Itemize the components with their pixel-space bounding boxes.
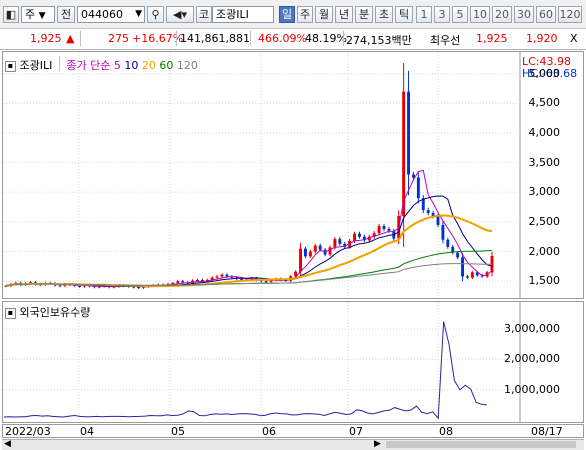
candle-body (78, 285, 82, 287)
panel-menu-icon[interactable]: ▪ (5, 60, 16, 72)
foreign-holding-header: ▪ 외국인보유수량 (5, 304, 90, 320)
candle-body (176, 281, 180, 283)
candles (4, 63, 494, 289)
candle-body (195, 280, 199, 281)
x-label-04: 04 (80, 425, 94, 438)
volume-y-tick: 2,000,000 (504, 352, 560, 366)
candle-body (299, 248, 303, 272)
candle-body (323, 249, 327, 255)
candle-body (411, 174, 415, 178)
candle-body (225, 274, 229, 277)
candle-body (465, 276, 469, 278)
candle-body (426, 210, 430, 214)
price-y-tick: 1,500 (528, 274, 561, 288)
candle-body (446, 239, 450, 247)
price-y-tick: 2,000 (528, 244, 561, 258)
x-axis: 2022/03 04 05 06 07 08 08/17 (2, 424, 584, 438)
price-y-tick: 3,000 (528, 185, 561, 199)
candle-body (313, 245, 317, 252)
ma-120-label: 120 (176, 59, 198, 72)
candle-body (333, 239, 337, 248)
price-panel-title[interactable]: 조광ILI (20, 59, 53, 72)
candle-body (58, 285, 62, 287)
price-y-tick: 2,500 (528, 214, 561, 228)
ma-20-label: 20 (141, 59, 156, 72)
candle-body (308, 251, 312, 257)
candle-body (353, 233, 357, 241)
ma-60-label: 60 (159, 59, 174, 72)
scroll-thumb[interactable] (386, 441, 576, 448)
candle-body (387, 229, 391, 231)
scroll-left-icon[interactable]: ◀ (4, 439, 11, 449)
candle-body (461, 257, 465, 277)
candle-body (303, 248, 307, 257)
x-label-08: 08 (439, 425, 453, 438)
candle-body (328, 247, 332, 255)
candle-body (416, 177, 420, 199)
candle-body (137, 287, 141, 289)
candle-body (382, 226, 386, 230)
candle-body (220, 274, 224, 277)
ma-10-label: 10 (124, 59, 139, 72)
x-label-06: 06 (262, 425, 276, 438)
candle-body (436, 216, 440, 225)
candle-body (318, 245, 322, 250)
price-y-tick: 5,000 (528, 66, 561, 80)
price-panel-header: ▪ 조광ILI 종가 단순 5 10 20 60 120 (5, 54, 198, 73)
ma-5-label: 5 (113, 59, 121, 72)
panel-menu-icon[interactable]: ▪ (5, 307, 16, 319)
price-y-tick: 3,500 (528, 155, 561, 169)
candle-body (181, 281, 185, 283)
price-y-tick: 4,500 (528, 96, 561, 110)
foreign-holding-title: 외국인보유수량 (19, 306, 91, 319)
x-label-end: 08/17 (531, 425, 563, 438)
candle-body (338, 239, 342, 244)
chart-scrollbar[interactable]: ◀ ▶ (2, 439, 584, 450)
candle-body (357, 233, 361, 237)
x-label-05: 05 (171, 425, 185, 438)
x-label-2022-03: 2022/03 (5, 425, 51, 438)
volume-y-tick: 1,000,000 (504, 382, 560, 396)
candle-body (215, 276, 219, 278)
ma-label: 종가 단순 (66, 59, 111, 72)
price-y-tick: 4,000 (528, 126, 561, 140)
candle-body (407, 91, 411, 175)
candle-body (264, 281, 268, 283)
candle-body (441, 224, 445, 240)
candle-body (377, 226, 381, 234)
candle-body (402, 91, 406, 216)
candle-body (470, 272, 474, 278)
candle-body (240, 278, 244, 280)
scroll-right-icon[interactable]: ▶ (374, 439, 381, 449)
volume-y-tick: 3,000,000 (504, 322, 560, 336)
x-label-07: 07 (349, 425, 363, 438)
candle-body (456, 252, 460, 258)
